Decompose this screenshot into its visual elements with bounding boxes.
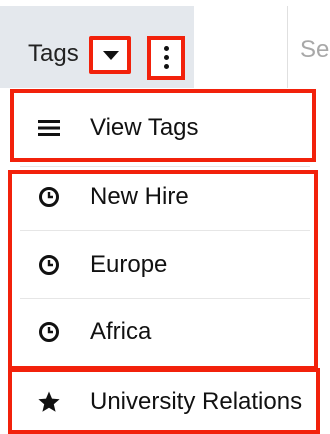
nav-bar: Tags Se	[0, 0, 330, 88]
nav-divider	[287, 6, 288, 88]
kebab-icon	[164, 46, 169, 73]
highlight-outline-favorites	[8, 368, 320, 434]
menu-divider	[20, 166, 310, 167]
highlight-outline-view	[10, 89, 316, 162]
tab-tags[interactable]: Tags	[0, 6, 194, 88]
tags-dropdown-button[interactable]	[89, 36, 131, 74]
tags-dropdown-menu: View Tags New Hire Europe Africa Univers…	[0, 88, 330, 434]
tab-tags-label: Tags	[28, 40, 79, 67]
search-input-placeholder[interactable]: Se	[300, 36, 329, 64]
tags-actions-button[interactable]	[147, 36, 185, 80]
caret-down-icon	[103, 51, 119, 60]
highlight-outline-recent	[8, 170, 318, 370]
